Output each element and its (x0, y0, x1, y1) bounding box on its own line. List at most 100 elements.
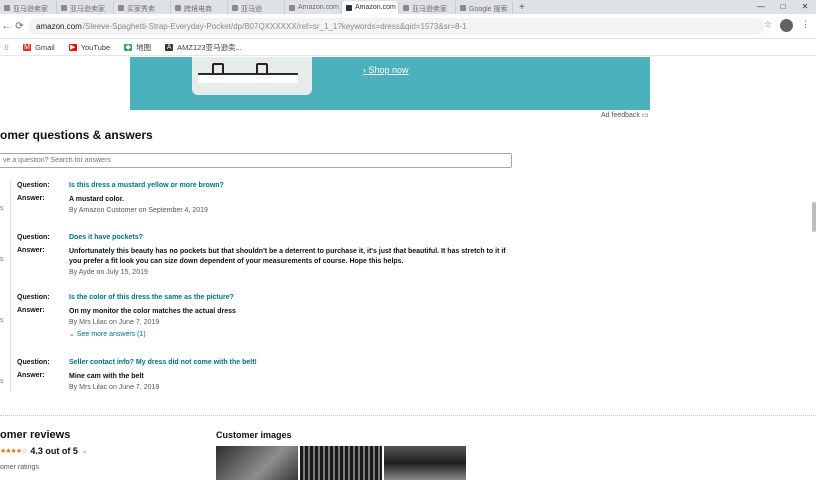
answer-label: Answer: (17, 247, 45, 254)
sneaker-image (192, 57, 312, 95)
bookmark-maps[interactable]: ◆ 地图 (124, 42, 151, 53)
url-path: /Sleeve-Spaghetti-Strap-Everyday-Pocket/… (82, 22, 467, 31)
browser-tab[interactable]: 跨境电商 (171, 1, 228, 14)
tab-label: Google 搜索 (469, 6, 508, 13)
amz-icon: A (165, 43, 174, 51)
tab-label: 亚马逊卖家 (70, 6, 105, 13)
shop-now-link[interactable]: › Shop now (363, 65, 409, 75)
scrollbar-thumb[interactable] (812, 202, 816, 232)
answer-label: Answer: (17, 195, 45, 202)
tab-label: Amazon.com (298, 4, 339, 11)
answer-label: Answer: (17, 307, 45, 314)
tab-label: 亚马逊卖家 (13, 6, 48, 13)
qa-item: Question: Does it have pockets? Answer: U… (17, 234, 517, 282)
gmail-icon: M (23, 43, 32, 51)
bookmark-label: Gmail (35, 42, 55, 52)
bookmark-label: AMZ123亚马逊卖... (177, 42, 242, 52)
tab-label: 亚马逊卖家 (412, 6, 447, 13)
bookmark-label: YouTube (80, 42, 111, 52)
maximize-button[interactable]: □ (772, 0, 794, 14)
url-input[interactable]: amazon.com /Sleeve-Spaghetti-Strap-Every… (28, 18, 764, 35)
browser-tab-active[interactable]: Amazon.com (342, 1, 399, 14)
tab-label: 跨境电商 (184, 6, 212, 13)
new-tab-button[interactable]: + (513, 1, 531, 14)
rating-count: omer ratings (0, 464, 39, 471)
qa-divider-rail (10, 181, 11, 392)
chevron-down-icon: ⌄ (81, 448, 88, 455)
browser-tab[interactable]: 亚马逊卖家 (57, 1, 114, 14)
tab-label: 亚马逊 (241, 6, 262, 13)
browser-tab[interactable]: 亚马逊卖家 (399, 1, 456, 14)
feedback-chat-icon: ▭ (641, 112, 649, 119)
answer-label: Answer: (17, 372, 45, 379)
vote-arrow-icon[interactable]: s (0, 378, 4, 385)
question-label: Question: (17, 294, 50, 301)
rating-summary[interactable]: ★★★★☆ 4.3 out of 5 ⌄ (0, 446, 88, 456)
close-window-button[interactable]: ✕ (794, 0, 816, 14)
question-link[interactable]: Seller contact info? My dress did not co… (69, 359, 257, 366)
answer-byline: By Ayde on July 15, 2019 (69, 269, 148, 276)
qa-item: Question: Is this dress a mustard yellow … (17, 182, 517, 220)
ad-feedback-link[interactable]: Ad feedback ▭ (601, 111, 649, 119)
customer-images-title: Customer images (216, 430, 292, 440)
vote-arrow-icon[interactable]: s (0, 256, 4, 263)
browser-tab[interactable]: Google 搜索 (456, 1, 513, 14)
browser-tab[interactable]: 亚马逊 (228, 1, 285, 14)
address-bar-row: ← ⟳ amazon.com /Sleeve-Spaghetti-Strap-E… (0, 14, 816, 39)
answer-byline: By Mrs Lilac on June 7, 2019 (69, 319, 160, 326)
maps-icon: ◆ (124, 43, 133, 51)
bookmark-star-icon[interactable]: ☆ (764, 19, 772, 32)
menu-kebab-icon[interactable]: ⋮ (801, 19, 810, 32)
question-link[interactable]: Is this dress a mustard yellow or more b… (69, 182, 224, 189)
bookmarks-bar: ⁝⁝ M Gmail ▶ YouTube ◆ 地图 A AMZ123亚马逊卖... (0, 39, 816, 56)
qa-item: Question: Seller contact info? My dress d… (17, 359, 517, 397)
google-favicon-icon (460, 5, 466, 11)
page-content: › Shop now Ad feedback ▭ omer questions … (0, 57, 816, 480)
tab-favicon-icon (232, 5, 238, 11)
browser-tab-bar: 亚马逊卖家 亚马逊卖家 买家秀卖 跨境电商 亚马逊 Amazon.com Ama… (0, 0, 816, 14)
vote-arrow-icon[interactable]: s (0, 317, 4, 324)
qa-search-input[interactable] (0, 153, 512, 168)
tab-favicon-icon (61, 5, 67, 11)
question-link[interactable]: Is the color of this dress the same as t… (69, 294, 234, 301)
bookmark-youtube[interactable]: ▶ YouTube (68, 42, 111, 52)
question-label: Question: (17, 359, 50, 366)
answer-text: On my monitor the color matches the actu… (69, 308, 236, 315)
apps-grid-icon[interactable]: ⁝⁝ (4, 43, 9, 52)
qa-item: Question: Is the color of this dress the … (17, 294, 517, 344)
window-controls: — □ ✕ (750, 0, 816, 14)
tab-label: Amazon.com (355, 4, 396, 11)
answer-byline: By Amazon Customer on September 4, 2019 (69, 207, 208, 214)
minimize-button[interactable]: — (750, 0, 772, 14)
rating-value: 4.3 out of 5 (30, 446, 78, 456)
answer-byline: By Mrs Lilac on June 7, 2019 (69, 384, 160, 391)
browser-tab[interactable]: 亚马逊卖家 (0, 1, 57, 14)
amazon-favicon-icon (346, 5, 352, 11)
see-more-answers-link[interactable]: ⌄ See more answers (1) (69, 330, 236, 338)
qa-section-title: omer questions & answers (0, 128, 153, 142)
tab-favicon-icon (118, 5, 124, 11)
youtube-icon: ▶ (68, 43, 77, 51)
ad-banner[interactable]: › Shop now (130, 57, 650, 110)
question-label: Question: (17, 234, 50, 241)
back-icon[interactable]: ← (0, 21, 13, 32)
bookmark-label: 地图 (136, 42, 152, 52)
reload-icon[interactable]: ⟳ (13, 21, 26, 32)
browser-tab[interactable]: Amazon.com (285, 1, 342, 14)
question-link[interactable]: Does it have pockets? (69, 234, 143, 241)
customer-image[interactable] (300, 446, 382, 480)
ad-feedback-label: Ad feedback (601, 112, 640, 119)
shoe-sole (198, 73, 298, 83)
bookmark-amz123[interactable]: A AMZ123亚马逊卖... (165, 42, 242, 53)
tab-favicon-icon (4, 5, 10, 11)
customer-image[interactable] (216, 446, 298, 480)
vote-arrow-icon[interactable]: s (0, 205, 4, 212)
tab-favicon-icon (403, 5, 409, 11)
bookmark-gmail[interactable]: M Gmail (23, 43, 55, 52)
customer-image[interactable] (384, 446, 466, 480)
answer-text: A mustard color. (69, 196, 124, 203)
profile-avatar-icon[interactable] (780, 19, 793, 32)
browser-tab[interactable]: 买家秀卖 (114, 1, 171, 14)
section-divider (0, 415, 816, 416)
star-rating-icon: ★★★★☆ (0, 448, 27, 455)
